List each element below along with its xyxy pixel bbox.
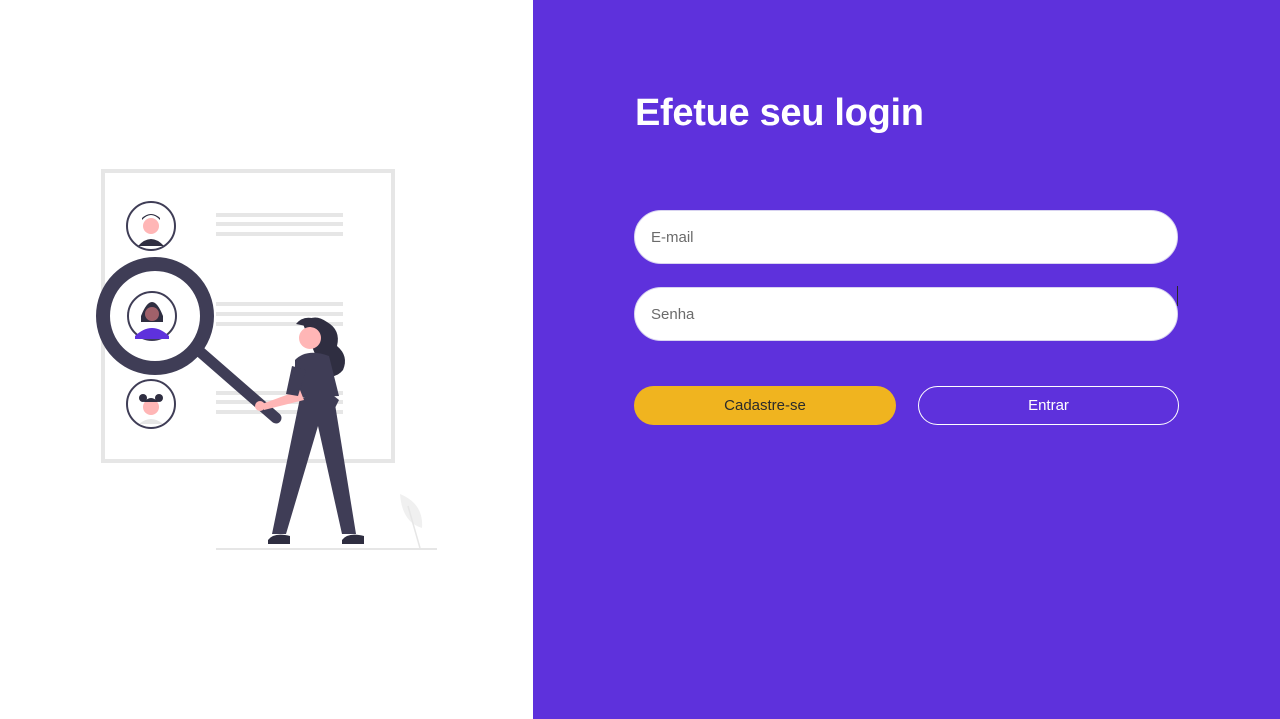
text-cursor bbox=[1177, 286, 1178, 306]
person-search-illustration bbox=[96, 169, 437, 550]
register-button[interactable]: Cadastre-se bbox=[634, 386, 896, 425]
illustration-panel bbox=[0, 0, 533, 719]
login-panel: Efetue seu login Cadastre-se Entrar bbox=[533, 0, 1280, 719]
avatar-icon bbox=[126, 379, 176, 429]
avatar-icon bbox=[126, 201, 176, 251]
avatar-icon bbox=[127, 291, 177, 341]
login-button[interactable]: Entrar bbox=[918, 386, 1179, 425]
plant-icon bbox=[400, 494, 423, 549]
email-field[interactable] bbox=[634, 210, 1178, 264]
page-title: Efetue seu login bbox=[635, 92, 924, 134]
password-field[interactable] bbox=[634, 287, 1178, 341]
